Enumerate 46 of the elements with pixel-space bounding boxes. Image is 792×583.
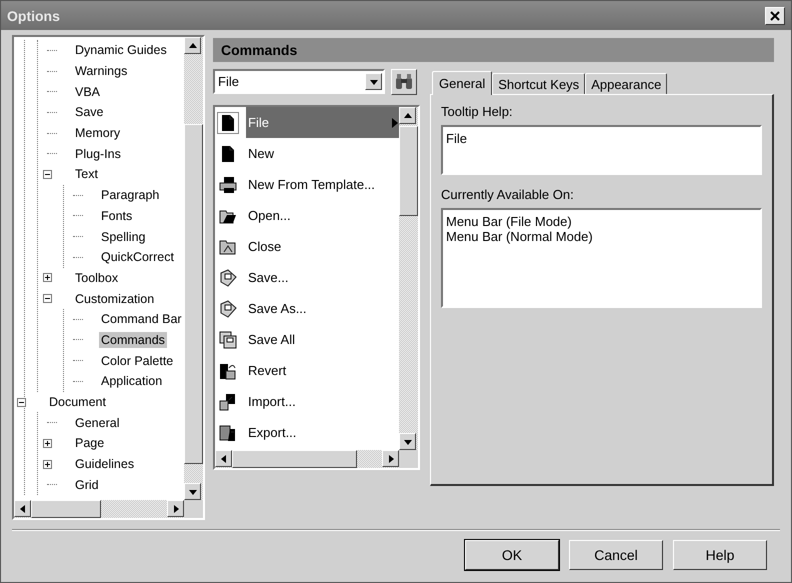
tab[interactable]: General [432,71,492,95]
tree-item[interactable]: Dynamic Guides [73,42,169,58]
tree-item[interactable]: Page [73,435,106,452]
window-title: Options [7,8,60,24]
tree-item[interactable]: Warnings [73,63,130,80]
tree-item[interactable]: Memory [73,125,122,142]
command-item[interactable]: New [215,138,399,169]
tree-item[interactable]: Plug-Ins [73,146,123,162]
list-item[interactable]: Menu Bar (File Mode) [446,214,757,229]
tree-item[interactable]: Save [73,104,106,120]
tree-item[interactable]: Customization [73,290,156,307]
tree-item[interactable]: General [73,414,122,431]
tree-item[interactable]: VBA [73,84,102,100]
command-item[interactable]: Save All [215,324,399,355]
tab[interactable]: Appearance [585,73,668,94]
tree-item[interactable]: Guidelines [73,456,136,472]
command-item[interactable]: Close [215,231,399,262]
tree-item[interactable]: Command Bar [99,311,184,328]
tree-item[interactable]: Application [99,373,164,390]
dialog-button[interactable]: Cancel [569,540,663,570]
field-label: Currently Available On: [441,187,575,202]
section-header: Commands [213,38,774,62]
command-item[interactable]: Revert [215,355,399,386]
command-item[interactable]: New From Template... [215,169,399,200]
command-item[interactable]: Export... [215,417,399,448]
field-label: Tooltip Help: [441,104,514,119]
tree-item[interactable]: Paragraph [99,187,162,204]
dialog-button[interactable]: Help [673,540,767,570]
tree-item[interactable]: Text [73,166,100,182]
tree-item[interactable]: QuickCorrect [99,249,176,266]
command-item[interactable]: Import... [215,386,399,417]
tree-item[interactable]: Commands [99,332,167,348]
tree-item[interactable]: Color Palette [99,352,176,369]
command-item[interactable]: Save... [215,262,399,293]
category-dropdown[interactable]: File [213,69,385,94]
command-item[interactable]: Save As... [215,293,399,324]
tree-item[interactable]: Spelling [99,228,148,245]
dialog-button[interactable]: OK [465,540,559,570]
tree-item[interactable]: Document [47,394,108,410]
tab[interactable]: Shortcut Keys [492,73,586,94]
tooltip-field[interactable]: File [441,125,762,175]
tree-item[interactable]: Fonts [99,208,134,224]
tree-item[interactable]: Toolbox [73,270,120,286]
command-item[interactable]: Open... [215,200,399,231]
tree-item[interactable]: Grid [73,476,101,493]
list-item[interactable]: Menu Bar (Normal Mode) [446,229,757,244]
